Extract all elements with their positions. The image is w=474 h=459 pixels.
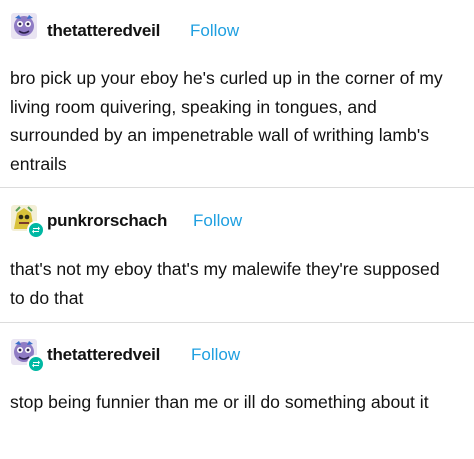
post-body: stop being funnier than me or ill do som… xyxy=(10,392,429,412)
reblog-icon xyxy=(27,355,45,373)
user-avatar[interactable] xyxy=(11,13,37,39)
reblog-icon xyxy=(27,221,45,239)
username[interactable]: punkrorschach xyxy=(47,211,167,231)
post-divider xyxy=(0,187,474,188)
follow-button[interactable]: Follow xyxy=(190,21,239,41)
post-body: bro pick up your eboy he's curled up in … xyxy=(10,68,443,174)
post-divider xyxy=(0,322,474,323)
post-body: that's not my eboy that's my malewife th… xyxy=(10,259,440,308)
follow-button[interactable]: Follow xyxy=(193,211,242,231)
follow-button[interactable]: Follow xyxy=(191,345,240,365)
username[interactable]: thetatteredveil xyxy=(47,21,160,41)
username[interactable]: thetatteredveil xyxy=(47,345,160,365)
